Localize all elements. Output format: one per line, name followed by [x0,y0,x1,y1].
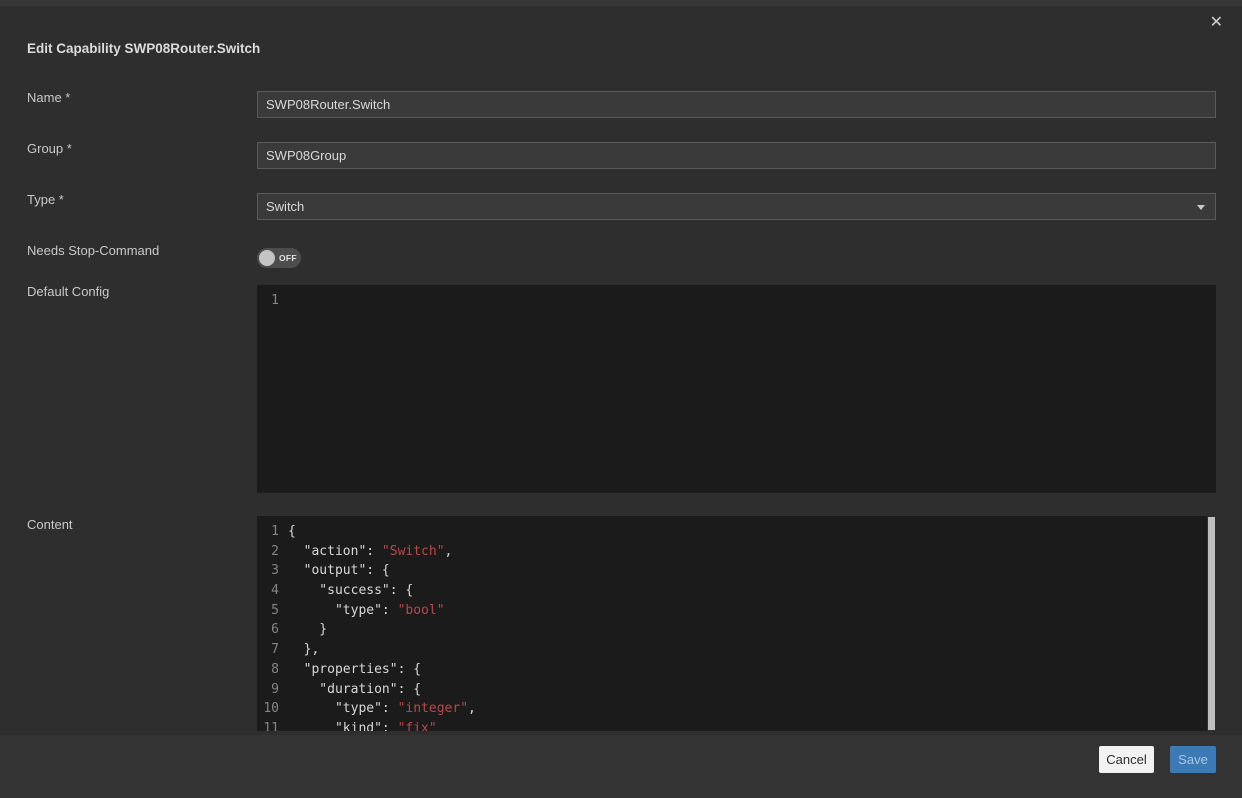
code-line: 5 "type": "bool" [257,601,1216,621]
line-number: 11 [257,719,279,731]
line-number: 4 [257,581,279,601]
group-input[interactable] [257,142,1216,169]
name-input[interactable] [257,91,1216,118]
save-button[interactable]: Save [1170,746,1216,773]
type-label: Type * [27,193,64,207]
line-number: 6 [257,620,279,640]
line-number: 8 [257,660,279,680]
code-line: 7 }, [257,640,1216,660]
code-text: "output": { [288,561,390,581]
dialog-title: Edit Capability SWP08Router.Switch [27,41,260,56]
line-number: 1 [257,522,279,542]
code-text: }, [288,640,319,660]
code-line: 1 [257,291,1216,311]
code-line: 1{ [257,522,1216,542]
dialog-footer: Cancel Save [0,735,1242,798]
code-line: 11 "kind": "fix" [257,719,1216,731]
code-line: 9 "duration": { [257,680,1216,700]
code-line: 10 "type": "integer", [257,699,1216,719]
code-text: "properties": { [288,660,421,680]
default-config-label: Default Config [27,285,109,299]
toggle-state-label: OFF [279,253,297,263]
line-number: 2 [257,542,279,562]
line-number: 5 [257,601,279,621]
default-config-code: 1 [257,291,1216,311]
code-text: "action": "Switch", [288,542,452,562]
toggle-knob [259,250,275,266]
name-label: Name * [27,91,70,105]
line-number: 7 [257,640,279,660]
code-text: "type": "bool" [288,601,445,621]
needs-stop-command-label: Needs Stop-Command [27,244,159,258]
code-text: "kind": "fix" [288,719,437,731]
code-text: "success": { [288,581,413,601]
group-label: Group * [27,142,72,156]
code-text: "type": "integer", [288,699,476,719]
code-text: } [288,620,327,640]
cancel-button[interactable]: Cancel [1099,746,1154,773]
content-code: 1{2 "action": "Switch",3 "output": {4 "s… [257,522,1216,731]
content-editor[interactable]: 1{2 "action": "Switch",3 "output": {4 "s… [257,516,1216,731]
code-line: 6 } [257,620,1216,640]
code-line: 2 "action": "Switch", [257,542,1216,562]
code-line: 8 "properties": { [257,660,1216,680]
default-config-editor[interactable]: 1 [257,285,1216,493]
line-number: 1 [257,291,279,311]
edit-capability-dialog: Edit Capability SWP08Router.Switch ✕ Nam… [0,0,1242,798]
code-line: 4 "success": { [257,581,1216,601]
needs-stop-command-toggle[interactable]: OFF [257,248,301,268]
content-label: Content [27,518,73,532]
close-icon[interactable]: ✕ [1210,14,1223,32]
content-scrollbar[interactable] [1207,516,1216,731]
chevron-down-icon [1197,205,1205,210]
line-number: 10 [257,699,279,719]
content-scrollbar-thumb[interactable] [1208,517,1215,730]
line-number: 3 [257,561,279,581]
code-text: { [288,522,296,542]
type-select-value: Switch [266,199,304,214]
type-select[interactable]: Switch [257,193,1216,220]
dialog-top-edge [0,0,1242,6]
line-number: 9 [257,680,279,700]
code-line: 3 "output": { [257,561,1216,581]
code-text: "duration": { [288,680,421,700]
